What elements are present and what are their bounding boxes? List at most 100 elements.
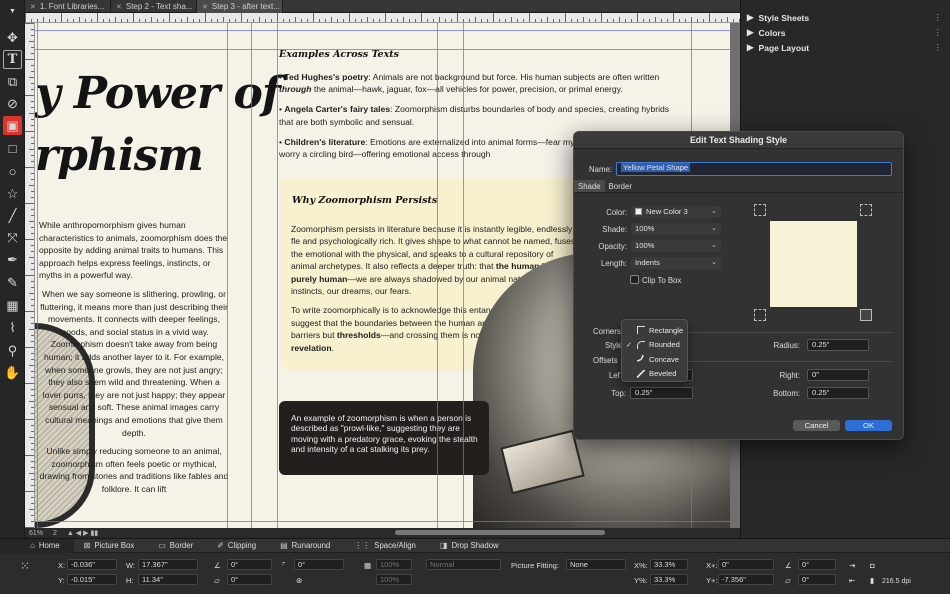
guide	[35, 521, 730, 522]
tab-space-align[interactable]: ⋮⋮ Space/Align	[344, 539, 430, 553]
effects-icon[interactable]: ◘	[870, 560, 875, 571]
close-tab-icon[interactable]: ✕	[202, 3, 208, 11]
ruler-tick	[25, 275, 34, 276]
clip-to-box-checkbox[interactable]	[630, 275, 639, 284]
opacity-combo[interactable]: 100% ⌄	[631, 240, 721, 252]
picture-fitting-select[interactable]: None	[566, 559, 626, 570]
cancel-button[interactable]: Cancel	[793, 420, 840, 431]
zoom-icon[interactable]: ⚲	[3, 341, 22, 360]
top-offset-field[interactable]: 0.25"	[630, 387, 693, 399]
tab-step-2[interactable]: ✕ Step 2 - Text sha...	[111, 0, 197, 13]
y-field[interactable]: -0.015"	[67, 574, 117, 585]
tab-step-3[interactable]: ✕ Step 3 - after text...	[197, 0, 283, 13]
disclosure-icon[interactable]: ▶	[747, 42, 754, 53]
text-icon[interactable]: T	[3, 50, 22, 69]
line-icon[interactable]: ╱	[3, 206, 22, 225]
star-icon[interactable]: ☆	[3, 184, 22, 203]
tab-border[interactable]: ▭ Border	[148, 539, 207, 553]
linked-text-icon[interactable]: ⧉	[3, 72, 22, 91]
menu-item-concave[interactable]: Concave	[622, 352, 687, 367]
rectangle-icon[interactable]: □	[3, 139, 22, 158]
x-field[interactable]: -0.036"	[67, 559, 117, 570]
ok-button[interactable]: OK	[845, 420, 892, 431]
vertical-ruler[interactable]	[25, 23, 35, 528]
h-field[interactable]: 11.34"	[138, 574, 198, 585]
more-icon[interactable]: ⋮	[934, 27, 943, 38]
table-icon[interactable]: ▦	[3, 296, 22, 315]
ruler-tick	[31, 161, 34, 162]
disclosure-icon[interactable]: ▶	[747, 27, 754, 38]
angle-field[interactable]: 0°	[227, 559, 272, 570]
opacity-field[interactable]: 100%	[376, 559, 412, 570]
beveled-corner-icon	[637, 369, 645, 378]
tab-shade[interactable]: Shade	[574, 180, 605, 192]
picture-tool-icon[interactable]: ▣	[3, 116, 22, 135]
tab-home[interactable]: ⌂ Home	[0, 538, 74, 553]
menu-item-beveled[interactable]: Beveled	[622, 367, 687, 382]
length-value: Indents	[635, 258, 660, 267]
eyedropper-icon[interactable]: ⌇	[3, 318, 22, 337]
tab-drop-shadow[interactable]: ◨ Drop Shadow	[430, 539, 513, 553]
x-offset-field[interactable]: 0"	[718, 559, 774, 570]
more-icon[interactable]: ⋮	[934, 12, 943, 23]
y-scale-field[interactable]: 33.3%	[650, 574, 688, 585]
shade-combo[interactable]: 100% ⌄	[631, 223, 721, 235]
colors-panel[interactable]: ▶ Colors ⋮	[741, 25, 950, 40]
zoom-level[interactable]: 61%	[29, 530, 43, 537]
tab-border[interactable]: Border	[605, 180, 636, 192]
corner-radius-field[interactable]: 0°	[294, 559, 344, 570]
disclosure-icon[interactable]: ▶	[747, 12, 754, 23]
tab-picture-box[interactable]: ⊠ Picture Box	[74, 539, 149, 553]
move-icon[interactable]: ✥	[3, 28, 22, 47]
unlink-icon[interactable]: ⊘	[3, 94, 22, 113]
w-field[interactable]: 17.367"	[138, 559, 198, 570]
more-icon[interactable]: ⋮	[934, 42, 943, 53]
tab-clipping[interactable]: ✐ Clipping	[207, 539, 270, 553]
ruler-tick	[151, 17, 152, 22]
blend-mode-select[interactable]: Normal	[426, 559, 501, 570]
corner-top-right-icon[interactable]	[860, 204, 872, 216]
corner-bottom-left-icon[interactable]	[754, 309, 766, 321]
picture-angle-field[interactable]: 0°	[798, 559, 836, 570]
close-tab-icon[interactable]: ✕	[30, 3, 36, 11]
length-select[interactable]: Indents ⌄	[631, 257, 721, 269]
radius-field[interactable]: 0.25"	[807, 339, 869, 351]
x-scale-field[interactable]: 33.3%	[650, 559, 688, 570]
page-layout-panel[interactable]: ▶ Page Layout ⋮	[741, 40, 950, 55]
corner-top-left-icon[interactable]	[754, 204, 766, 216]
palette-collapse-icon[interactable]: ▼	[3, 2, 22, 21]
left-text-column[interactable]: While anthropomorphism gives human chara…	[39, 219, 229, 501]
reference-point-icon[interactable]: ⁙	[20, 559, 30, 573]
flip-horizontal-icon[interactable]: ⇥	[849, 560, 855, 571]
ruler-tick	[667, 19, 668, 22]
pen-icon[interactable]: ✒	[3, 250, 22, 269]
tab-font-libraries[interactable]: ✕ 1. Font Libraries...	[25, 0, 111, 13]
bottom-offset-field[interactable]: 0.25"	[807, 387, 869, 399]
close-tab-icon[interactable]: ✕	[116, 3, 122, 11]
opacity-field-2[interactable]: 100%	[376, 574, 412, 585]
color-select[interactable]: New Color 3 ⌄	[631, 206, 721, 218]
ellipse-icon[interactable]: ○	[3, 162, 22, 181]
right-offset-field[interactable]: 0"	[807, 369, 869, 381]
horizontal-ruler[interactable]	[25, 13, 740, 23]
style-sheets-panel[interactable]: ▶ Style Sheets ⋮	[741, 10, 950, 25]
picture-skew-field[interactable]: 0°	[798, 574, 836, 585]
page-number[interactable]: 2	[53, 530, 57, 537]
horizontal-scrollbar[interactable]	[395, 530, 605, 535]
tab-runaround[interactable]: ▤ Runaround	[270, 539, 344, 553]
headline[interactable]: y Power of rphism	[35, 63, 281, 187]
flip-vertical-icon[interactable]: ⇤	[849, 575, 855, 586]
corner-bottom-right-icon[interactable]	[860, 309, 872, 321]
content-icon[interactable]: ✎	[3, 273, 22, 292]
hand-icon[interactable]: ✋	[3, 363, 22, 382]
ruler-tick	[25, 239, 34, 240]
name-field[interactable]: Yellow Petal Shape	[616, 162, 892, 176]
ruler-tick	[31, 119, 34, 120]
flip-icon[interactable]: ⊛	[296, 575, 302, 586]
menu-item-rectangle[interactable]: Rectangle	[622, 323, 687, 338]
skew-field[interactable]: 0°	[227, 574, 272, 585]
menu-item-rounded[interactable]: ✓ Rounded	[622, 338, 687, 353]
bezier-icon[interactable]: ⤧	[3, 228, 22, 247]
page-nav-icons[interactable]: ▲ ◀ ▶ ▮▮	[67, 529, 98, 537]
y-offset-field[interactable]: -7.356"	[718, 574, 774, 585]
